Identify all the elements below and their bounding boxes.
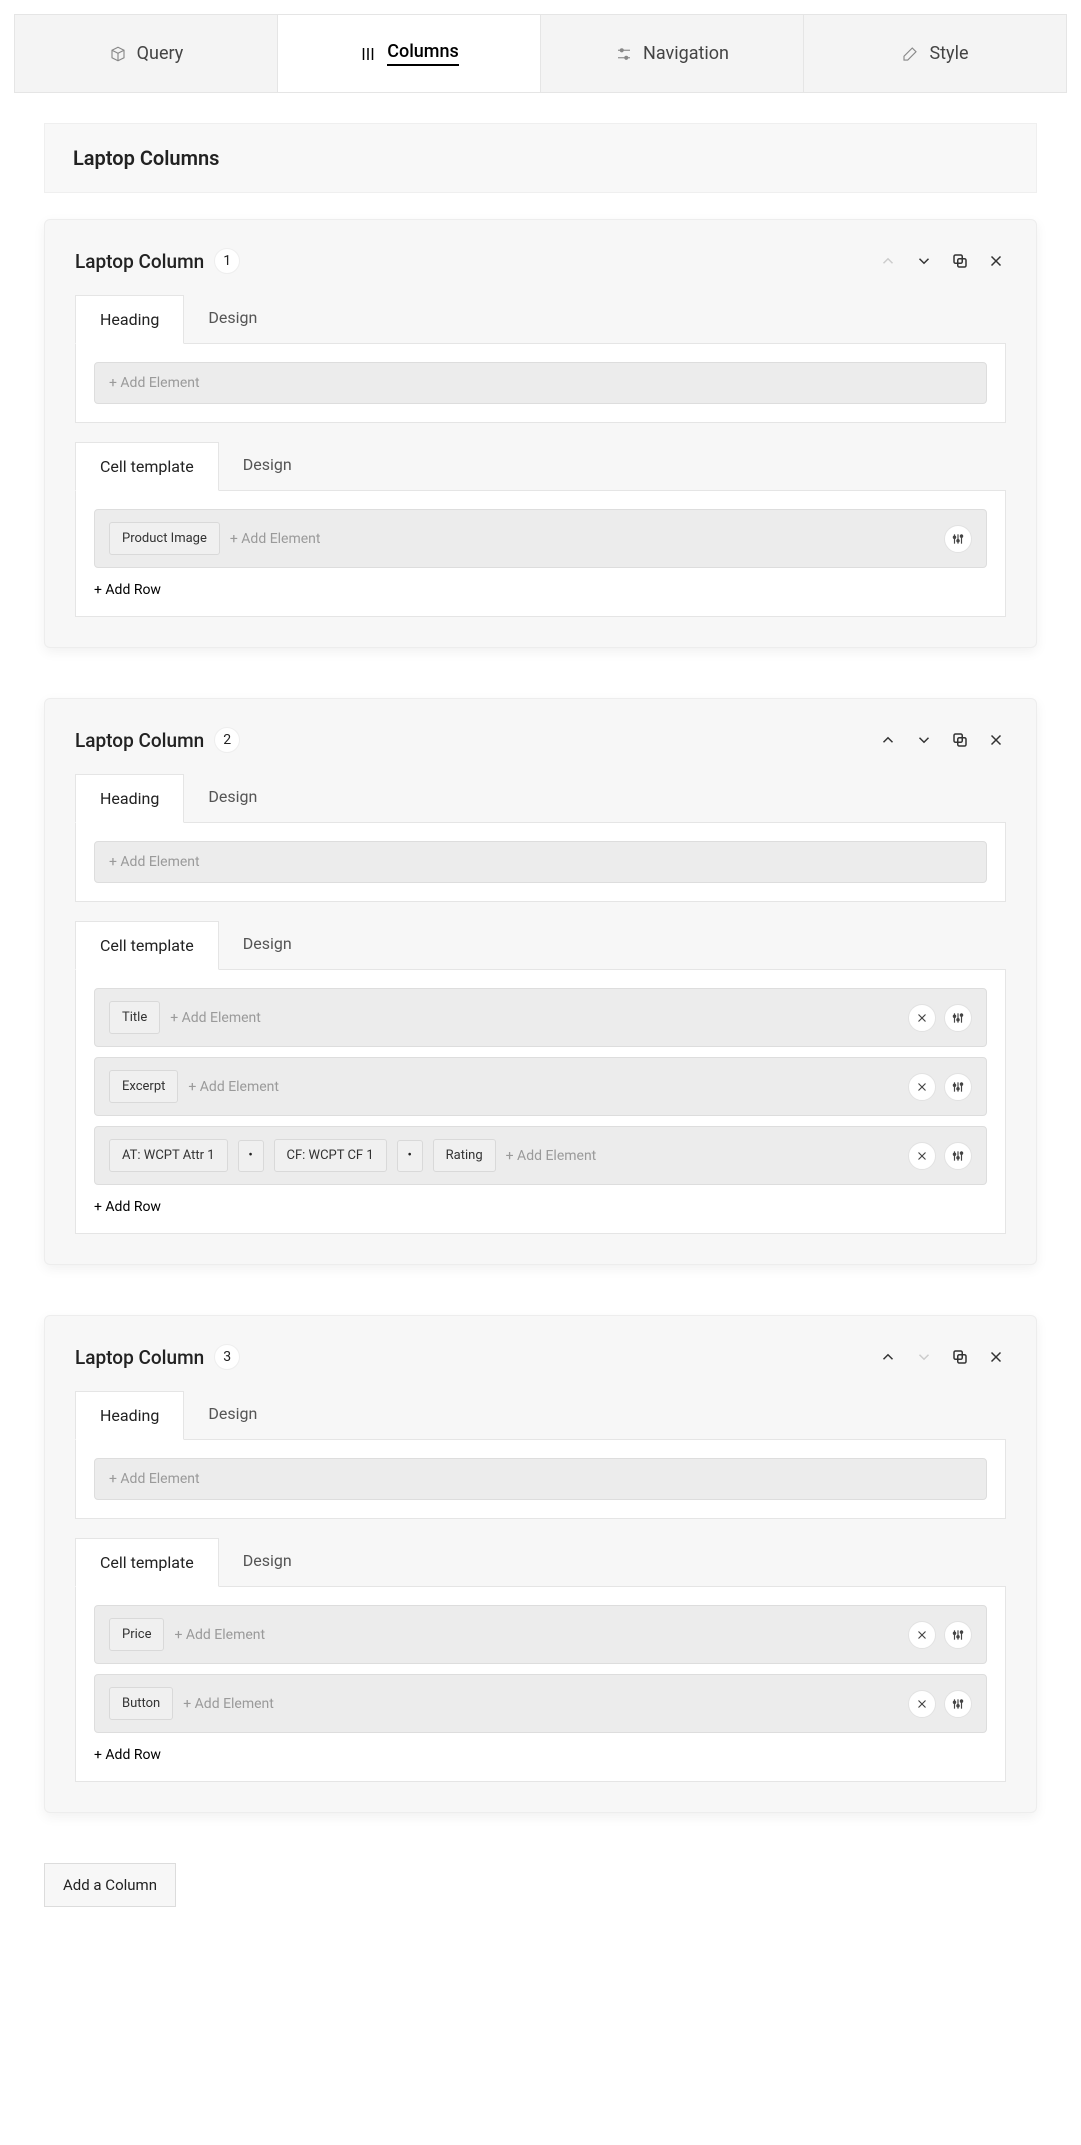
row-settings-button[interactable] bbox=[944, 1621, 972, 1649]
add-row-button[interactable]: + Add Row bbox=[94, 1747, 987, 1763]
tab-query[interactable]: Query bbox=[15, 15, 278, 92]
row-delete-button[interactable] bbox=[908, 1690, 936, 1718]
add-element-button[interactable]: + Add Element bbox=[109, 375, 200, 391]
tab-navigation-label: Navigation bbox=[643, 43, 729, 64]
element-chip[interactable]: Price bbox=[109, 1618, 164, 1651]
delete-button[interactable] bbox=[986, 251, 1006, 271]
duplicate-button[interactable] bbox=[950, 730, 970, 750]
subtab-design[interactable]: Design bbox=[219, 1537, 316, 1586]
row-settings-button[interactable] bbox=[944, 1142, 972, 1170]
tab-style[interactable]: Style bbox=[804, 15, 1066, 92]
element-chip[interactable]: Excerpt bbox=[109, 1070, 178, 1103]
add-element-button[interactable]: + Add Element bbox=[174, 1627, 265, 1643]
cell-row: Title + Add Element bbox=[94, 988, 987, 1047]
add-row-button[interactable]: + Add Row bbox=[94, 582, 987, 598]
column-title-wrap: Laptop Column 2 bbox=[75, 727, 240, 753]
add-column-button[interactable]: Add a Column bbox=[44, 1863, 176, 1907]
column-title: Laptop Column bbox=[75, 729, 204, 752]
tab-columns[interactable]: Columns bbox=[278, 15, 541, 92]
subtab-heading[interactable]: Heading bbox=[75, 295, 184, 344]
cell-row: Price + Add Element bbox=[94, 1605, 987, 1664]
tab-style-label: Style bbox=[929, 43, 968, 64]
tab-navigation[interactable]: Navigation bbox=[541, 15, 804, 92]
cell-row: Excerpt + Add Element bbox=[94, 1057, 987, 1116]
row-delete-button[interactable] bbox=[908, 1004, 936, 1032]
heading-panel: + Add Element bbox=[75, 1440, 1006, 1519]
duplicate-button[interactable] bbox=[950, 251, 970, 271]
heading-row: + Add Element bbox=[94, 841, 987, 883]
add-element-button[interactable]: + Add Element bbox=[506, 1148, 597, 1164]
row-settings-button[interactable] bbox=[944, 1004, 972, 1032]
subtab-design[interactable]: Design bbox=[219, 441, 316, 490]
column-title: Laptop Column bbox=[75, 1346, 204, 1369]
separator-chip[interactable]: • bbox=[397, 1140, 423, 1172]
delete-button[interactable] bbox=[986, 730, 1006, 750]
add-element-button[interactable]: + Add Element bbox=[109, 1471, 200, 1487]
subtab-design[interactable]: Design bbox=[219, 920, 316, 969]
tab-query-label: Query bbox=[137, 43, 184, 64]
cell-row: AT: WCPT Attr 1 • CF: WCPT CF 1 • Rating… bbox=[94, 1126, 987, 1185]
move-down-button[interactable] bbox=[914, 251, 934, 271]
element-chip[interactable]: CF: WCPT CF 1 bbox=[274, 1139, 387, 1172]
row-settings-button[interactable] bbox=[944, 1073, 972, 1101]
cell-panel: Product Image + Add Element + Add Row bbox=[75, 491, 1006, 617]
subtab-cell-template[interactable]: Cell template bbox=[75, 1538, 219, 1587]
row-delete-button[interactable] bbox=[908, 1073, 936, 1101]
add-element-button[interactable]: + Add Element bbox=[230, 531, 321, 547]
add-row-button[interactable]: + Add Row bbox=[94, 1199, 987, 1215]
column-title: Laptop Column bbox=[75, 250, 204, 273]
cell-panel: Title + Add Element Excerpt + Add Elemen… bbox=[75, 970, 1006, 1234]
subtab-design[interactable]: Design bbox=[184, 1390, 281, 1439]
heading-panel: + Add Element bbox=[75, 344, 1006, 423]
brush-icon bbox=[901, 45, 919, 63]
element-chip[interactable]: Button bbox=[109, 1687, 173, 1720]
row-settings-button[interactable] bbox=[944, 525, 972, 553]
column-card: Laptop Column 2 Heading Design + Add Ele… bbox=[44, 698, 1037, 1265]
element-chip[interactable]: Rating bbox=[433, 1139, 496, 1172]
delete-button[interactable] bbox=[986, 1347, 1006, 1367]
subtab-heading[interactable]: Heading bbox=[75, 774, 184, 823]
cube-icon bbox=[109, 45, 127, 63]
subtab-cell-template[interactable]: Cell template bbox=[75, 442, 219, 491]
separator-chip[interactable]: • bbox=[238, 1140, 264, 1172]
column-index-badge: 1 bbox=[214, 248, 240, 274]
add-element-button[interactable]: + Add Element bbox=[170, 1010, 261, 1026]
add-element-button[interactable]: + Add Element bbox=[188, 1079, 279, 1095]
subtab-heading[interactable]: Heading bbox=[75, 1391, 184, 1440]
heading-row: + Add Element bbox=[94, 1458, 987, 1500]
subtab-cell-template[interactable]: Cell template bbox=[75, 921, 219, 970]
cell-row: Button + Add Element bbox=[94, 1674, 987, 1733]
column-title-wrap: Laptop Column 1 bbox=[75, 248, 240, 274]
subtab-design[interactable]: Design bbox=[184, 294, 281, 343]
row-settings-button[interactable] bbox=[944, 1690, 972, 1718]
cell-panel: Price + Add Element Button + Add Element bbox=[75, 1587, 1006, 1782]
cell-row: Product Image + Add Element bbox=[94, 509, 987, 568]
element-chip[interactable]: AT: WCPT Attr 1 bbox=[109, 1139, 228, 1172]
row-delete-button[interactable] bbox=[908, 1142, 936, 1170]
row-delete-button[interactable] bbox=[908, 1621, 936, 1649]
column-card: Laptop Column 3 Heading Design + Add Ele… bbox=[44, 1315, 1037, 1813]
column-index-badge: 3 bbox=[214, 1344, 240, 1370]
move-up-button bbox=[878, 251, 898, 271]
move-down-button bbox=[914, 1347, 934, 1367]
tab-columns-label: Columns bbox=[387, 41, 459, 66]
section-title: Laptop Columns bbox=[44, 123, 1037, 193]
element-chip[interactable]: Product Image bbox=[109, 522, 220, 555]
column-index-badge: 2 bbox=[214, 727, 240, 753]
heading-row: + Add Element bbox=[94, 362, 987, 404]
top-tabs: Query Columns Navigation Style bbox=[14, 14, 1067, 93]
add-element-button[interactable]: + Add Element bbox=[109, 854, 200, 870]
move-up-button[interactable] bbox=[878, 1347, 898, 1367]
sliders-icon bbox=[615, 45, 633, 63]
column-title-wrap: Laptop Column 3 bbox=[75, 1344, 240, 1370]
element-chip[interactable]: Title bbox=[109, 1001, 160, 1034]
add-element-button[interactable]: + Add Element bbox=[183, 1696, 274, 1712]
column-card: Laptop Column 1 Heading Design + Add Ele… bbox=[44, 219, 1037, 648]
subtab-design[interactable]: Design bbox=[184, 773, 281, 822]
duplicate-button[interactable] bbox=[950, 1347, 970, 1367]
move-down-button[interactable] bbox=[914, 730, 934, 750]
heading-panel: + Add Element bbox=[75, 823, 1006, 902]
columns-icon bbox=[359, 45, 377, 63]
move-up-button[interactable] bbox=[878, 730, 898, 750]
